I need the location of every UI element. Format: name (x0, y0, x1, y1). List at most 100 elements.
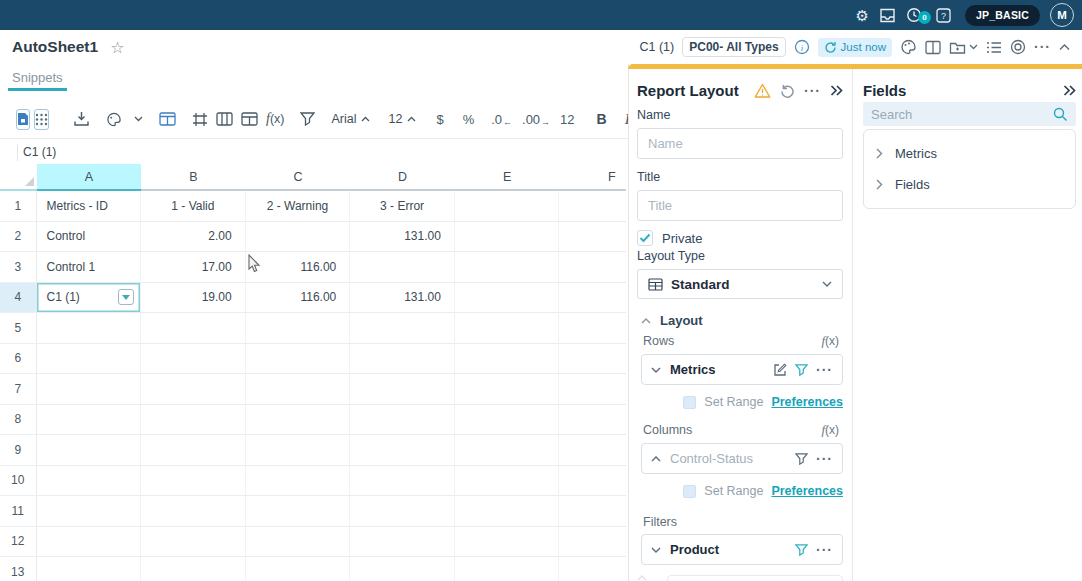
cell-D12[interactable] (350, 527, 455, 558)
fields-tree-item-metrics[interactable]: Metrics (864, 138, 1075, 169)
cell-C13[interactable] (246, 557, 351, 581)
row-header-13[interactable]: 13 (0, 557, 37, 581)
cell-C2[interactable] (246, 222, 351, 253)
rows-field-metrics[interactable]: Metrics ··· (641, 354, 843, 385)
more-options-icon[interactable]: ··· (1034, 39, 1051, 55)
cell-A13[interactable] (37, 557, 142, 581)
cell-E5[interactable] (455, 313, 560, 344)
cell-F13[interactable] (559, 557, 626, 581)
inbox-icon[interactable] (879, 8, 896, 23)
column-header-C[interactable]: C (246, 164, 351, 191)
cell-F5[interactable] (559, 313, 626, 344)
cell-D11[interactable] (350, 496, 455, 527)
warning-icon[interactable] (754, 83, 771, 98)
refresh-status[interactable]: Just now (818, 38, 892, 57)
fields-search[interactable] (863, 102, 1076, 126)
cell-A4[interactable]: C1 (1) (37, 283, 142, 314)
percent-format-icon[interactable]: % (463, 107, 475, 131)
cell-B5[interactable] (141, 313, 246, 344)
cell-C8[interactable] (246, 405, 351, 436)
cell-A1[interactable]: Metrics - ID (37, 191, 142, 222)
cell-F10[interactable] (559, 466, 626, 497)
cell-E1[interactable] (455, 191, 560, 222)
download-icon[interactable] (73, 107, 90, 131)
cell-D10[interactable] (350, 466, 455, 497)
row-header-8[interactable]: 8 (0, 405, 37, 436)
cell-A2[interactable]: Control (37, 222, 142, 253)
cell-C4[interactable]: 116.00 (246, 283, 351, 314)
theme-chevron-icon[interactable] (134, 107, 143, 131)
cell-dropdown-button[interactable] (118, 289, 134, 305)
report-layout-more-icon[interactable]: ··· (804, 83, 821, 99)
cell-F1[interactable] (559, 191, 626, 222)
cell-D9[interactable] (350, 435, 455, 466)
columns-set-range-checkbox[interactable] (683, 485, 696, 498)
columns-formula-icon[interactable]: f(x) (821, 422, 843, 438)
row-header-6[interactable]: 6 (0, 344, 37, 375)
print-area-icon[interactable] (192, 107, 208, 131)
cell-F6[interactable] (559, 344, 626, 375)
row-header-4[interactable]: 4 (0, 283, 37, 314)
row-header-12[interactable]: 12 (0, 527, 37, 558)
cell-A12[interactable] (37, 527, 142, 558)
row-header-5[interactable]: 5 (0, 313, 37, 344)
row-header-9[interactable]: 9 (0, 435, 37, 466)
cell-B9[interactable] (141, 435, 246, 466)
target-icon[interactable] (1010, 39, 1026, 55)
cell-A5[interactable] (37, 313, 142, 344)
row-header-3[interactable]: 3 (0, 252, 37, 283)
decrease-decimal-icon[interactable]: .0← (491, 107, 512, 131)
dataset-selector[interactable]: PC00- All Types (682, 37, 785, 57)
cell-A6[interactable] (37, 344, 142, 375)
info-icon[interactable]: i (794, 39, 810, 55)
cell-F4[interactable] (559, 283, 626, 314)
grid-select-all-corner[interactable] (0, 164, 37, 191)
cell-C5[interactable] (246, 313, 351, 344)
row-header-2[interactable]: 2 (0, 222, 37, 253)
cell-B10[interactable] (141, 466, 246, 497)
number-format-icon[interactable]: 12 (560, 107, 574, 131)
cell-E2[interactable] (455, 222, 560, 253)
cell-B7[interactable] (141, 374, 246, 405)
cell-E12[interactable] (455, 527, 560, 558)
cell-F12[interactable] (559, 527, 626, 558)
cell-E7[interactable] (455, 374, 560, 405)
fields-search-input[interactable] (871, 107, 1053, 122)
cell-B2[interactable]: 2.00 (141, 222, 246, 253)
title-input[interactable] (637, 190, 843, 221)
column-header-A[interactable]: A (37, 164, 142, 191)
rows-preferences-link[interactable]: Preferences (771, 395, 843, 409)
cell-D13[interactable] (350, 557, 455, 581)
bold-button[interactable]: B (597, 107, 607, 131)
cell-A8[interactable] (37, 405, 142, 436)
grid-view-icon[interactable] (34, 109, 49, 130)
layout-type-select[interactable]: Standard (637, 269, 843, 299)
cell-D5[interactable] (350, 313, 455, 344)
cell-B12[interactable] (141, 527, 246, 558)
column-header-B[interactable]: B (141, 164, 246, 191)
cell-B1[interactable]: 1 - Valid (141, 191, 246, 222)
cell-D3[interactable] (350, 252, 455, 283)
layout-section-caret-icon[interactable] (641, 318, 651, 324)
row-layout-icon[interactable] (241, 107, 258, 131)
cell-D2[interactable]: 131.00 (350, 222, 455, 253)
cell-E6[interactable] (455, 344, 560, 375)
cell-A9[interactable] (37, 435, 142, 466)
column-header-D[interactable]: D (350, 164, 455, 191)
columns-preferences-link[interactable]: Preferences (771, 484, 843, 498)
cell-C3[interactable]: 116.00 (246, 252, 351, 283)
cell-B6[interactable] (141, 344, 246, 375)
formula-icon[interactable]: f(x) (266, 107, 284, 131)
cell-C1[interactable]: 2 - Warning (246, 191, 351, 222)
row-header-11[interactable]: 11 (0, 496, 37, 527)
cell-B3[interactable]: 17.00 (141, 252, 246, 283)
cell-D4[interactable]: 131.00 (350, 283, 455, 314)
column-layout-icon[interactable] (216, 107, 233, 131)
font-family-select[interactable]: Arial (331, 107, 370, 131)
collapse-chevron-icon[interactable] (1059, 44, 1070, 51)
cell-A10[interactable] (37, 466, 142, 497)
filter-icon[interactable] (300, 107, 315, 131)
cell-A3[interactable]: Control 1 (37, 252, 142, 283)
theme-icon[interactable] (106, 107, 122, 131)
currency-format-icon[interactable]: $ (436, 107, 443, 131)
